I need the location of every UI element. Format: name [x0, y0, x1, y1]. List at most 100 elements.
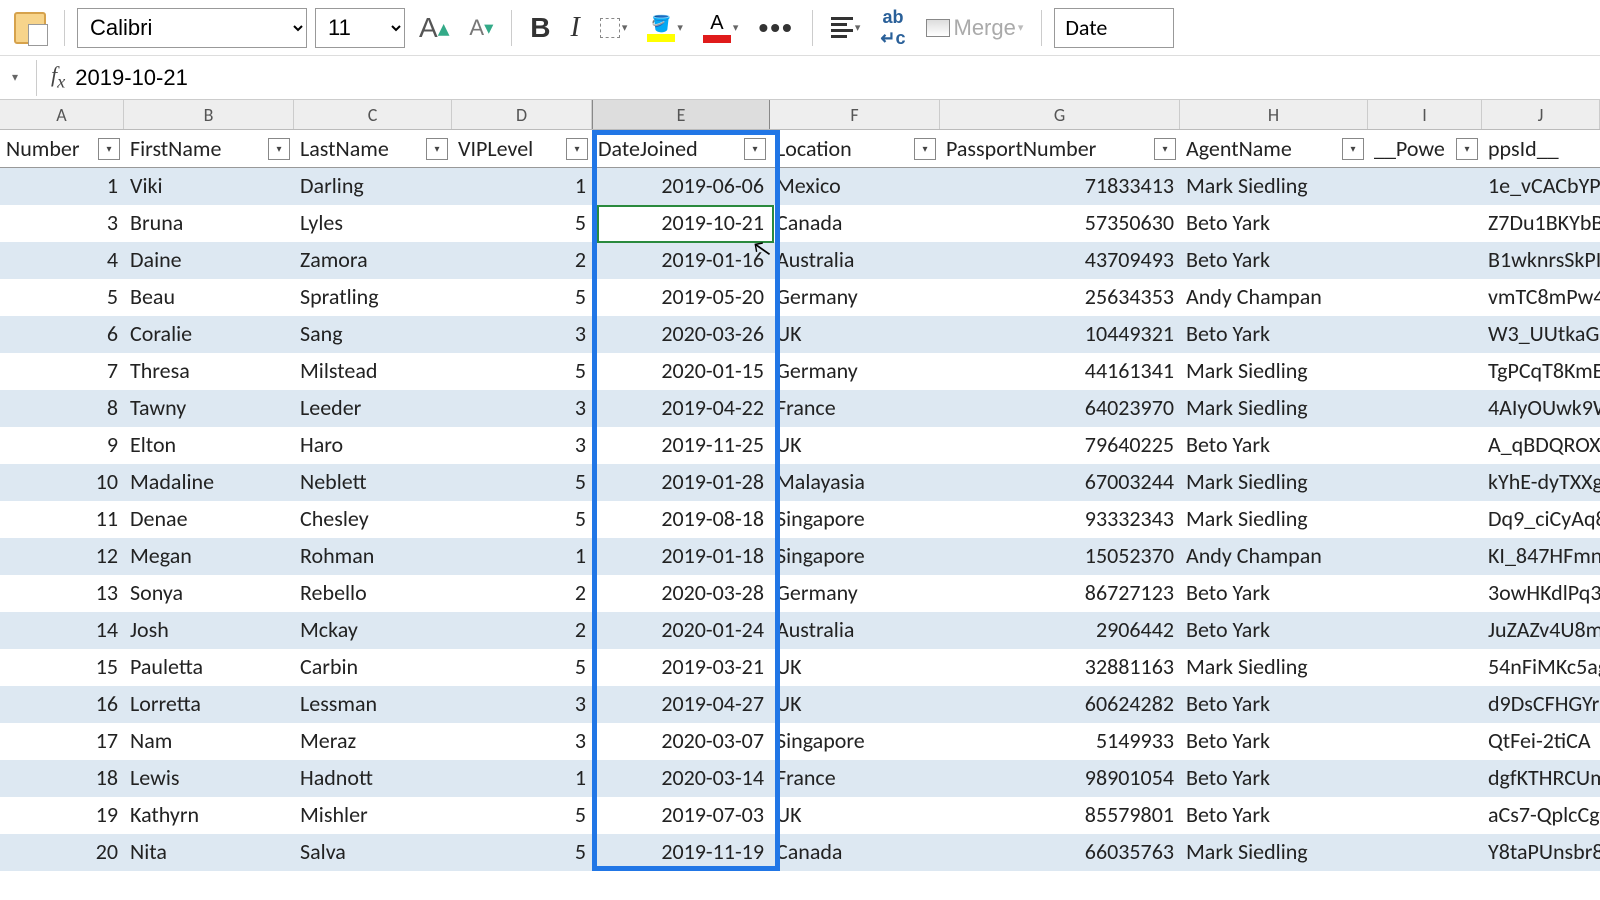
cell-location[interactable]: UK: [770, 797, 940, 834]
cell-passport[interactable]: 44161341: [940, 353, 1180, 390]
cell-number[interactable]: 3: [0, 205, 124, 242]
filter-button[interactable]: ▾: [566, 138, 588, 160]
cell-passport[interactable]: 64023970: [940, 390, 1180, 427]
cell-passport[interactable]: 57350630: [940, 205, 1180, 242]
cell-location[interactable]: Canada: [770, 834, 940, 871]
cell-number[interactable]: 20: [0, 834, 124, 871]
col-header-i[interactable]: I: [1368, 100, 1482, 129]
cell-agentname[interactable]: Andy Champan: [1180, 279, 1368, 316]
cell-number[interactable]: 14: [0, 612, 124, 649]
cell-ppsid[interactable]: B1wknrsSkPI: [1482, 242, 1600, 279]
cell-datejoined[interactable]: 2019-11-19: [592, 834, 770, 871]
cell-power[interactable]: [1368, 649, 1482, 686]
cell-ppsid[interactable]: W3_UUtkaGMM: [1482, 316, 1600, 353]
cell-agentname[interactable]: Beto Yark: [1180, 242, 1368, 279]
cell-ppsid[interactable]: A_qBDQROXFk: [1482, 427, 1600, 464]
cell-viplevel[interactable]: 5: [452, 649, 592, 686]
cell-viplevel[interactable]: 5: [452, 205, 592, 242]
cell-ppsid[interactable]: d9DsCFHGYrk: [1482, 686, 1600, 723]
cell-passport[interactable]: 71833413: [940, 168, 1180, 205]
cell-location[interactable]: UK: [770, 649, 940, 686]
cell-passport[interactable]: 32881163: [940, 649, 1180, 686]
cell-location[interactable]: UK: [770, 686, 940, 723]
cell-passport[interactable]: 43709493: [940, 242, 1180, 279]
cell-firstname[interactable]: Coralie: [124, 316, 294, 353]
cell-ppsid[interactable]: Y8taPUnsbr8: [1482, 834, 1600, 871]
cell-agentname[interactable]: Mark Siedling: [1180, 464, 1368, 501]
cell-lastname[interactable]: Sang: [294, 316, 452, 353]
cell-datejoined[interactable]: 2020-01-15: [592, 353, 770, 390]
cell-datejoined[interactable]: 2019-04-22: [592, 390, 770, 427]
cell-number[interactable]: 7: [0, 353, 124, 390]
cell-agentname[interactable]: Mark Siedling: [1180, 353, 1368, 390]
fill-color-button[interactable]: 🪣▾: [641, 8, 689, 48]
cell-ppsid[interactable]: 3owHKdlPq3g: [1482, 575, 1600, 612]
wrap-text-button[interactable]: ab↵c: [874, 8, 911, 48]
cell-datejoined[interactable]: 2019-01-28: [592, 464, 770, 501]
cell-power[interactable]: [1368, 427, 1482, 464]
cell-lastname[interactable]: Neblett: [294, 464, 452, 501]
cell-viplevel[interactable]: 3: [452, 686, 592, 723]
cell-viplevel[interactable]: 5: [452, 501, 592, 538]
cell-ppsid[interactable]: vmTC8mPw4Jg: [1482, 279, 1600, 316]
cell-firstname[interactable]: Madaline: [124, 464, 294, 501]
cell-firstname[interactable]: Lewis: [124, 760, 294, 797]
bold-button[interactable]: B: [524, 8, 556, 48]
cell-datejoined[interactable]: 2019-03-21: [592, 649, 770, 686]
cell-ppsid[interactable]: Dq9_ciCyAq8: [1482, 501, 1600, 538]
cell-viplevel[interactable]: 2: [452, 242, 592, 279]
cell-agentname[interactable]: Andy Champan: [1180, 538, 1368, 575]
italic-button[interactable]: I: [565, 8, 586, 48]
col-header-b[interactable]: B: [124, 100, 294, 129]
cell-passport[interactable]: 66035763: [940, 834, 1180, 871]
cell-datejoined[interactable]: 2019-11-25: [592, 427, 770, 464]
cell-firstname[interactable]: Megan: [124, 538, 294, 575]
cell-agentname[interactable]: Mark Siedling: [1180, 390, 1368, 427]
cell-lastname[interactable]: Chesley: [294, 501, 452, 538]
col-header-c[interactable]: C: [294, 100, 452, 129]
filter-button[interactable]: ▾: [1154, 138, 1176, 160]
cell-viplevel[interactable]: 3: [452, 427, 592, 464]
cell-passport[interactable]: 60624282: [940, 686, 1180, 723]
cell-lastname[interactable]: Lyles: [294, 205, 452, 242]
cell-power[interactable]: [1368, 168, 1482, 205]
cell-lastname[interactable]: Hadnott: [294, 760, 452, 797]
cell-number[interactable]: 13: [0, 575, 124, 612]
cell-power[interactable]: [1368, 834, 1482, 871]
cell-datejoined[interactable]: 2020-03-28: [592, 575, 770, 612]
cell-datejoined[interactable]: 2019-10-21: [592, 205, 770, 242]
cell-passport[interactable]: 25634353: [940, 279, 1180, 316]
cell-lastname[interactable]: Zamora: [294, 242, 452, 279]
cell-power[interactable]: [1368, 760, 1482, 797]
cell-location[interactable]: Germany: [770, 353, 940, 390]
cell-power[interactable]: [1368, 205, 1482, 242]
cell-power[interactable]: [1368, 316, 1482, 353]
cell-viplevel[interactable]: 5: [452, 279, 592, 316]
cell-viplevel[interactable]: 5: [452, 834, 592, 871]
cell-firstname[interactable]: Beau: [124, 279, 294, 316]
cell-number[interactable]: 8: [0, 390, 124, 427]
cell-location[interactable]: Singapore: [770, 538, 940, 575]
cell-firstname[interactable]: Sonya: [124, 575, 294, 612]
cell-lastname[interactable]: Mckay: [294, 612, 452, 649]
cell-agentname[interactable]: Beto Yark: [1180, 760, 1368, 797]
cell-datejoined[interactable]: 2019-06-06: [592, 168, 770, 205]
cell-agentname[interactable]: Beto Yark: [1180, 797, 1368, 834]
cell-power[interactable]: [1368, 686, 1482, 723]
cell-location[interactable]: Malayasia: [770, 464, 940, 501]
cell-ppsid[interactable]: kYhE-dyTXXg: [1482, 464, 1600, 501]
col-header-a[interactable]: A: [0, 100, 124, 129]
cell-viplevel[interactable]: 5: [452, 464, 592, 501]
cell-power[interactable]: [1368, 242, 1482, 279]
cell-lastname[interactable]: Rebello: [294, 575, 452, 612]
filter-button[interactable]: ▾: [426, 138, 448, 160]
formula-input[interactable]: [75, 65, 1592, 91]
cell-datejoined[interactable]: 2019-08-18: [592, 501, 770, 538]
cell-firstname[interactable]: Pauletta: [124, 649, 294, 686]
col-header-h[interactable]: H: [1180, 100, 1368, 129]
filter-button[interactable]: ▾: [1456, 138, 1478, 160]
cell-number[interactable]: 19: [0, 797, 124, 834]
cell-lastname[interactable]: Carbin: [294, 649, 452, 686]
fx-icon[interactable]: fx: [51, 62, 65, 92]
cell-datejoined[interactable]: 2020-03-07: [592, 723, 770, 760]
